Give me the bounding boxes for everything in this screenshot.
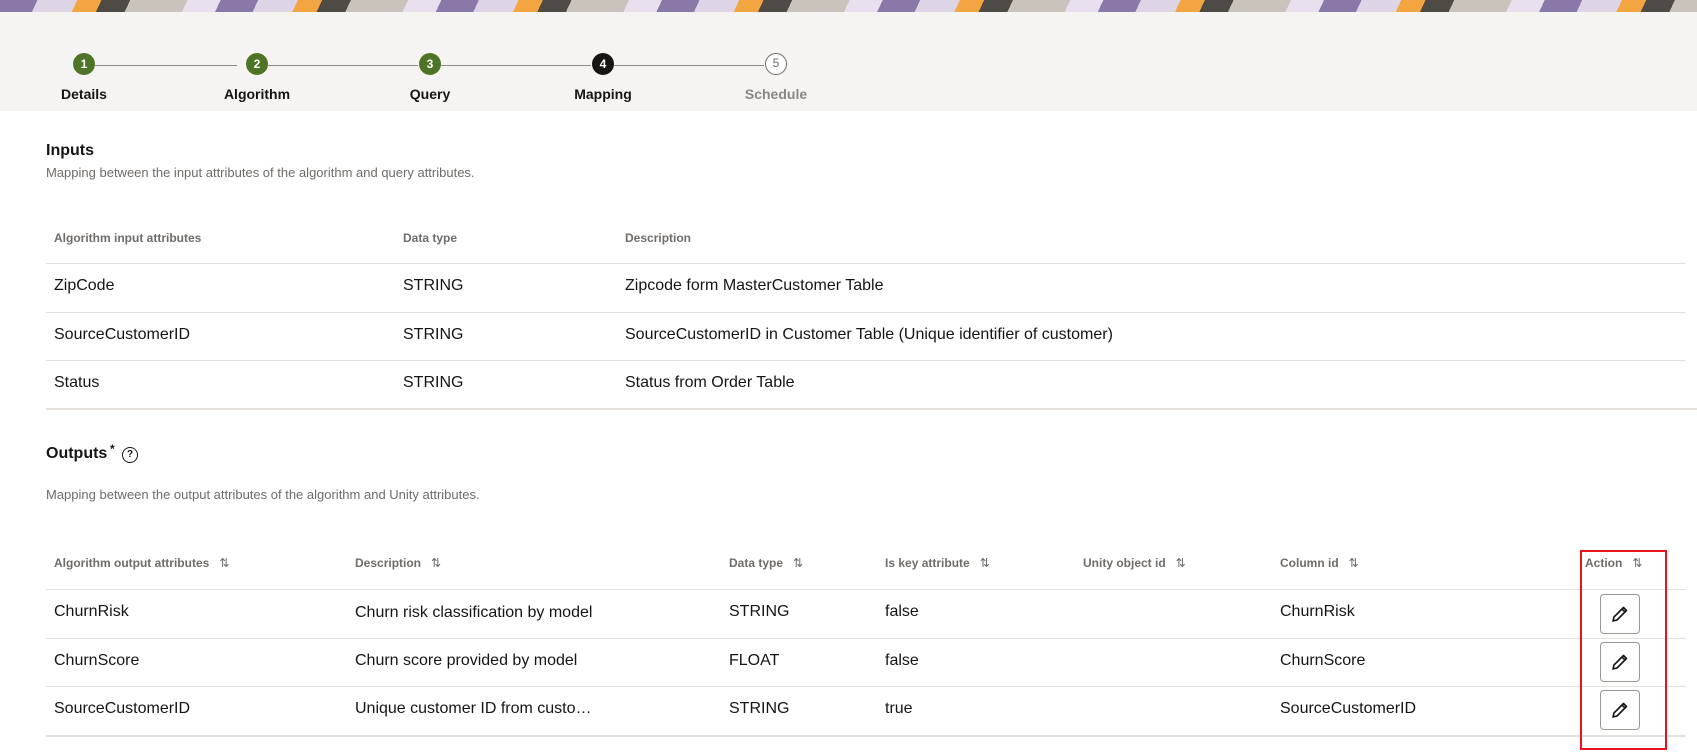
step-label: Details	[61, 86, 107, 102]
step-details[interactable]: 1 Details	[14, 53, 154, 102]
cell: SourceCustomerID	[54, 326, 191, 343]
column-header-sortable[interactable]: Description ⇅	[355, 556, 441, 570]
cell: Unique customer ID from custo…	[355, 700, 592, 717]
step-query[interactable]: 3 Query	[360, 53, 500, 102]
step-number: 3	[419, 53, 441, 75]
cell: STRING	[403, 277, 464, 294]
step-mapping[interactable]: 4 Mapping	[533, 53, 673, 102]
row-divider	[46, 638, 1686, 639]
inputs-title: Inputs	[46, 142, 94, 159]
step-algorithm[interactable]: 2 Algorithm	[187, 53, 327, 102]
sort-arrows-icon[interactable]: ⇅	[1349, 556, 1359, 570]
step-number: 5	[765, 53, 787, 75]
column-header-label: Description	[355, 556, 422, 570]
cell: Churn score provided by model	[355, 652, 578, 669]
cell: STRING	[403, 326, 464, 343]
row-divider	[46, 360, 1686, 361]
required-marker: *	[110, 442, 115, 456]
cell: Status	[54, 374, 100, 391]
cell: SourceCustomerID	[54, 700, 191, 717]
column-header-sortable[interactable]: Unity object id ⇅	[1083, 556, 1186, 570]
cell: ChurnRisk	[1280, 603, 1355, 620]
column-header-label: Algorithm output attributes	[54, 556, 210, 570]
cell: ChurnScore	[54, 652, 140, 669]
sort-arrows-icon[interactable]: ⇅	[431, 556, 441, 570]
table-bottom-divider	[46, 735, 1686, 737]
cell: Churn risk classification by model	[355, 604, 593, 621]
cell: ChurnRisk	[54, 603, 129, 620]
column-header-label: Is key attribute	[885, 556, 970, 570]
outputs-title: Outputs	[46, 445, 108, 462]
sort-arrows-icon[interactable]: ⇅	[219, 556, 229, 570]
step-number: 2	[246, 53, 268, 75]
cell: STRING	[729, 700, 790, 717]
cell: STRING	[729, 603, 790, 620]
cell: STRING	[403, 374, 464, 391]
step-schedule[interactable]: 5 Schedule	[706, 53, 846, 102]
column-header: Description	[625, 231, 692, 245]
step-label: Query	[409, 86, 451, 102]
column-header-sortable[interactable]: Algorithm output attributes ⇅	[54, 556, 229, 570]
sort-arrows-icon[interactable]: ⇅	[1176, 556, 1186, 570]
column-header: Data type	[403, 231, 458, 245]
step-label: Mapping	[574, 86, 632, 102]
column-header: Algorithm input attributes	[54, 231, 202, 245]
step-label: Schedule	[744, 86, 808, 102]
outputs-description: Mapping between the output attributes of…	[46, 487, 480, 502]
row-divider	[46, 589, 1686, 590]
row-divider	[46, 263, 1686, 264]
column-header-label: Data type	[729, 556, 784, 570]
cell: false	[885, 652, 919, 669]
highlight-annotation	[1580, 550, 1667, 750]
row-divider	[46, 686, 1686, 687]
table-bottom-divider	[46, 408, 1697, 410]
step-label: Algorithm	[223, 86, 291, 102]
column-header-label: Column id	[1280, 556, 1339, 570]
cell: ZipCode	[54, 277, 115, 294]
header-banner	[0, 0, 1697, 12]
cell: Status from Order Table	[625, 374, 795, 391]
step-number: 1	[73, 53, 95, 75]
cell: FLOAT	[729, 652, 780, 669]
progress-stepper: 1 Details 2 Algorithm 3 Query 4 Mapping …	[0, 12, 1697, 111]
column-header-label: Unity object id	[1083, 556, 1166, 570]
question-circle-icon[interactable]: ?	[122, 447, 138, 463]
sort-arrows-icon[interactable]: ⇅	[793, 556, 803, 570]
cell: SourceCustomerID in Customer Table (Uniq…	[625, 326, 1113, 343]
inputs-description: Mapping between the input attributes of …	[46, 165, 475, 180]
step-number: 4	[592, 53, 614, 75]
row-divider	[46, 312, 1686, 313]
column-header-sortable[interactable]: Data type ⇅	[729, 556, 803, 570]
sort-arrows-icon[interactable]: ⇅	[980, 556, 990, 570]
column-header-sortable[interactable]: Is key attribute ⇅	[885, 556, 990, 570]
column-header-sortable[interactable]: Column id ⇅	[1280, 556, 1359, 570]
cell: ChurnScore	[1280, 652, 1366, 669]
cell: SourceCustomerID	[1280, 700, 1417, 717]
cell: false	[885, 603, 919, 620]
cell: Zipcode form MasterCustomer Table	[625, 277, 884, 294]
cell: true	[885, 700, 913, 717]
